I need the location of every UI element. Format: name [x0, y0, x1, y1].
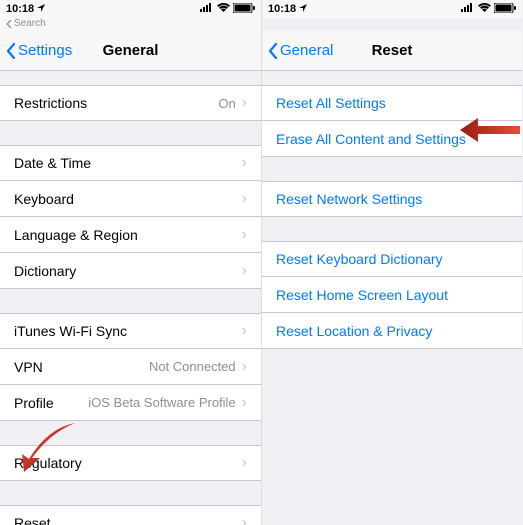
- battery-icon: [233, 3, 255, 16]
- chevron-right-icon: ›: [242, 395, 247, 411]
- status-bar: 10:18: [262, 0, 522, 18]
- back-to-search[interactable]: Search: [0, 18, 261, 31]
- chevron-right-icon: ›: [242, 155, 247, 171]
- row-restrictions[interactable]: Restrictions On ›: [0, 85, 261, 121]
- status-bar: 10:18: [0, 0, 261, 18]
- row-value: On: [218, 96, 235, 111]
- chevron-right-icon: ›: [242, 359, 247, 375]
- row-profile[interactable]: Profile iOS Beta Software Profile ›: [0, 385, 261, 421]
- nav-bar: General Reset: [262, 31, 522, 71]
- chevron-left-icon: [6, 43, 16, 59]
- settings-list: Restrictions On › Date & Time › Keyboard…: [0, 71, 261, 525]
- chevron-right-icon: ›: [242, 515, 247, 525]
- row-label: iTunes Wi-Fi Sync: [14, 323, 242, 339]
- reset-list: Reset All Settings Erase All Content and…: [262, 71, 522, 525]
- row-label: VPN: [14, 359, 149, 375]
- row-label: Date & Time: [14, 155, 242, 171]
- location-icon: [37, 3, 45, 15]
- chevron-right-icon: ›: [242, 95, 247, 111]
- row-language-region[interactable]: Language & Region ›: [0, 217, 261, 253]
- row-label: Dictionary: [14, 263, 242, 279]
- chevron-right-icon: ›: [242, 191, 247, 207]
- row-label: Profile: [14, 395, 88, 411]
- row-vpn[interactable]: VPN Not Connected ›: [0, 349, 261, 385]
- row-label: Restrictions: [14, 95, 218, 111]
- page-title: General: [103, 42, 159, 59]
- chevron-left-icon: [268, 43, 278, 59]
- row-label: Keyboard: [14, 191, 242, 207]
- chevron-right-icon: ›: [242, 455, 247, 471]
- back-button[interactable]: General: [268, 42, 333, 59]
- signal-icon: [200, 3, 214, 15]
- status-time: 10:18: [6, 3, 34, 15]
- row-reset[interactable]: Reset ›: [0, 505, 261, 525]
- row-reset-network[interactable]: Reset Network Settings: [262, 181, 522, 217]
- status-time: 10:18: [268, 3, 296, 15]
- row-label: Reset Network Settings: [276, 191, 508, 207]
- row-dictionary[interactable]: Dictionary ›: [0, 253, 261, 289]
- row-label: Language & Region: [14, 227, 242, 243]
- row-reset-all-settings[interactable]: Reset All Settings: [262, 85, 522, 121]
- row-label: Reset All Settings: [276, 95, 508, 111]
- signal-icon: [461, 3, 475, 15]
- back-label: General: [280, 42, 333, 59]
- row-label: Reset Home Screen Layout: [276, 287, 508, 303]
- search-label: Search: [14, 18, 46, 29]
- screen-reset: 10:18 . General Reset: [261, 0, 522, 525]
- row-label: Reset Location & Privacy: [276, 323, 508, 339]
- row-regulatory[interactable]: Regulatory ›: [0, 445, 261, 481]
- row-reset-keyboard-dict[interactable]: Reset Keyboard Dictionary: [262, 241, 522, 277]
- wifi-icon: [478, 3, 491, 15]
- back-label: Settings: [18, 42, 72, 59]
- row-itunes-wifi-sync[interactable]: iTunes Wi-Fi Sync ›: [0, 313, 261, 349]
- chevron-right-icon: ›: [242, 323, 247, 339]
- row-reset-location-privacy[interactable]: Reset Location & Privacy: [262, 313, 522, 349]
- row-label: Erase All Content and Settings: [276, 131, 508, 147]
- row-erase-all-content[interactable]: Erase All Content and Settings: [262, 121, 522, 157]
- screen-general: 10:18 Search Settings General: [0, 0, 261, 525]
- wifi-icon: [217, 3, 230, 15]
- nav-bar: Settings General: [0, 31, 261, 71]
- row-reset-home-layout[interactable]: Reset Home Screen Layout: [262, 277, 522, 313]
- chevron-right-icon: ›: [242, 263, 247, 279]
- row-keyboard[interactable]: Keyboard ›: [0, 181, 261, 217]
- row-value: Not Connected: [149, 359, 236, 374]
- page-title: Reset: [372, 42, 413, 59]
- location-icon: [299, 3, 307, 15]
- row-label: Reset: [14, 515, 242, 525]
- row-label: Reset Keyboard Dictionary: [276, 251, 508, 267]
- battery-icon: [494, 3, 516, 16]
- row-value: iOS Beta Software Profile: [88, 395, 235, 410]
- chevron-right-icon: ›: [242, 227, 247, 243]
- back-button[interactable]: Settings: [6, 42, 72, 59]
- row-label: Regulatory: [14, 455, 242, 471]
- row-date-time[interactable]: Date & Time ›: [0, 145, 261, 181]
